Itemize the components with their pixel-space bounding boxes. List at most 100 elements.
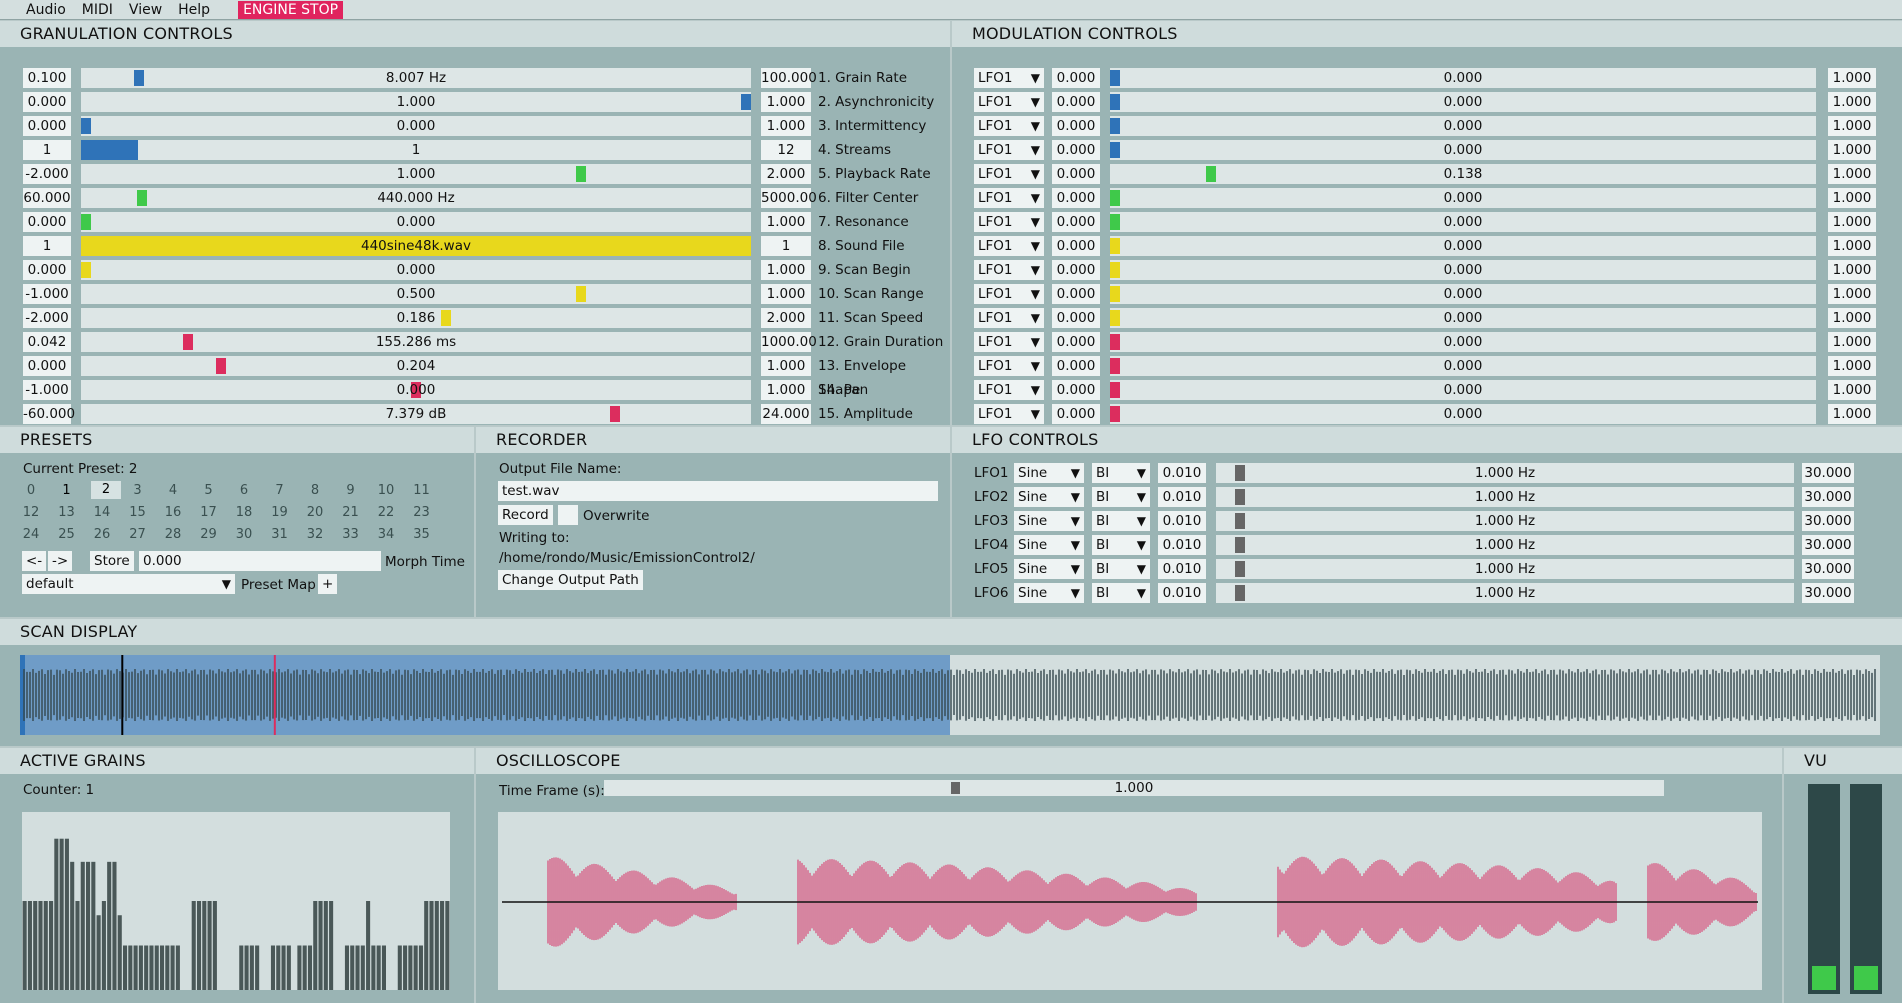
param-max-input[interactable]: 5000.00 xyxy=(761,188,817,208)
preset-slot[interactable]: 24 xyxy=(20,527,42,542)
preset-slot[interactable]: 26 xyxy=(91,527,113,542)
slider-handle[interactable] xyxy=(1110,214,1120,230)
slider-handle[interactable] xyxy=(1110,310,1120,326)
mod-depth-input[interactable]: 0.000 xyxy=(1052,356,1100,376)
slider-handle[interactable] xyxy=(1110,334,1120,350)
mod-max-input[interactable]: 1.000 xyxy=(1828,284,1876,304)
mod-max-input[interactable]: 1.000 xyxy=(1828,92,1876,112)
param-slider[interactable]: 0.000 xyxy=(81,380,751,400)
param-min-input[interactable]: -60.000 xyxy=(23,404,75,424)
param-min-input[interactable]: 0.042 xyxy=(23,332,71,352)
param-min-input[interactable]: -2.000 xyxy=(23,308,71,328)
preset-slot[interactable]: 27 xyxy=(127,527,149,542)
lfo-rate-slider[interactable]: 1.000 Hz xyxy=(1216,535,1794,555)
preset-slot[interactable]: 23 xyxy=(411,505,433,520)
param-max-input[interactable]: 100.000 xyxy=(761,68,817,88)
param-max-input[interactable]: 1.000 xyxy=(761,212,811,232)
lfo-max-input[interactable]: 30.000 xyxy=(1802,487,1854,507)
lfo-min-input[interactable]: 0.010 xyxy=(1158,535,1206,555)
mod-max-input[interactable]: 1.000 xyxy=(1828,260,1876,280)
slider-handle[interactable] xyxy=(137,190,147,206)
overwrite-checkbox[interactable] xyxy=(558,505,578,525)
lfo-shape-select[interactable]: Sine ▼ xyxy=(1014,511,1084,531)
param-max-input[interactable]: 1 xyxy=(761,236,811,256)
menu-audio[interactable]: Audio xyxy=(26,2,66,18)
lfo-max-input[interactable]: 30.000 xyxy=(1802,463,1854,483)
menu-help[interactable]: Help xyxy=(178,2,210,18)
param-min-input[interactable]: -2.000 xyxy=(23,164,71,184)
lfo-source-select[interactable]: LFO1 ▼ xyxy=(974,332,1044,352)
lfo-source-select[interactable]: LFO1 ▼ xyxy=(974,140,1044,160)
mod-depth-input[interactable]: 0.000 xyxy=(1052,332,1100,352)
preset-slot[interactable]: 12 xyxy=(20,505,42,520)
preset-slot[interactable]: 8 xyxy=(304,483,326,498)
lfo-min-input[interactable]: 0.010 xyxy=(1158,511,1206,531)
param-slider[interactable]: 0.500 xyxy=(81,284,751,304)
mod-depth-slider[interactable]: 0.000 xyxy=(1110,68,1816,88)
slider-handle[interactable] xyxy=(1235,561,1245,577)
slider-handle[interactable] xyxy=(1110,358,1120,374)
mod-depth-input[interactable]: 0.000 xyxy=(1052,140,1100,160)
slider-handle[interactable] xyxy=(1235,513,1245,529)
param-max-input[interactable]: 1.000 xyxy=(761,380,811,400)
param-min-input[interactable]: 0.000 xyxy=(23,212,71,232)
mod-depth-slider[interactable]: 0.138 xyxy=(1110,164,1816,184)
preset-slot[interactable]: 34 xyxy=(375,527,397,542)
mod-depth-input[interactable]: 0.000 xyxy=(1052,92,1100,112)
lfo-source-select[interactable]: LFO1 ▼ xyxy=(974,212,1044,232)
param-min-input[interactable]: 1 xyxy=(23,236,71,256)
add-preset-map-button[interactable]: + xyxy=(318,574,338,594)
mod-max-input[interactable]: 1.000 xyxy=(1828,140,1876,160)
preset-slot[interactable]: 16 xyxy=(162,505,184,520)
engine-stop-button[interactable]: ENGINE STOP xyxy=(238,0,344,19)
param-max-input[interactable]: 12 xyxy=(761,140,811,160)
preset-slot[interactable]: 17 xyxy=(198,505,220,520)
mod-max-input[interactable]: 1.000 xyxy=(1828,116,1876,136)
lfo-source-select[interactable]: LFO1 ▼ xyxy=(974,164,1044,184)
mod-depth-slider[interactable]: 0.000 xyxy=(1110,140,1816,160)
preset-slot[interactable]: 35 xyxy=(411,527,433,542)
time-frame-slider[interactable]: 1.000 xyxy=(604,780,1664,796)
mod-max-input[interactable]: 1.000 xyxy=(1828,212,1876,232)
slider-handle[interactable] xyxy=(81,214,91,230)
preset-slot[interactable]: 19 xyxy=(269,505,291,520)
param-max-input[interactable]: 2.000 xyxy=(761,164,811,184)
slider-handle[interactable] xyxy=(610,406,620,422)
lfo-shape-select[interactable]: Sine ▼ xyxy=(1014,463,1084,483)
lfo-source-select[interactable]: LFO1 ▼ xyxy=(974,92,1044,112)
param-slider[interactable]: 155.286 ms xyxy=(81,332,751,352)
mod-depth-input[interactable]: 0.000 xyxy=(1052,212,1100,232)
mod-max-input[interactable]: 1.000 xyxy=(1828,188,1876,208)
param-slider[interactable]: 0.000 xyxy=(81,260,751,280)
param-max-input[interactable]: 1.000 xyxy=(761,92,811,112)
preset-slot[interactable]: 25 xyxy=(56,527,78,542)
preset-slot[interactable]: 6 xyxy=(233,483,255,498)
param-slider[interactable]: 8.007 Hz xyxy=(81,68,751,88)
slider-handle[interactable] xyxy=(1110,190,1120,206)
lfo-max-input[interactable]: 30.000 xyxy=(1802,511,1854,531)
mod-depth-slider[interactable]: 0.000 xyxy=(1110,236,1816,256)
mod-max-input[interactable]: 1.000 xyxy=(1828,236,1876,256)
lfo-source-select[interactable]: LFO1 ▼ xyxy=(974,116,1044,136)
lfo-source-select[interactable]: LFO1 ▼ xyxy=(974,380,1044,400)
slider-handle[interactable] xyxy=(1206,166,1216,182)
mod-depth-input[interactable]: 0.000 xyxy=(1052,308,1100,328)
mod-depth-input[interactable]: 0.000 xyxy=(1052,188,1100,208)
mod-depth-input[interactable]: 0.000 xyxy=(1052,116,1100,136)
mod-depth-input[interactable]: 0.000 xyxy=(1052,380,1100,400)
mod-depth-input[interactable]: 0.000 xyxy=(1052,68,1100,88)
lfo-max-input[interactable]: 30.000 xyxy=(1802,559,1854,579)
slider-handle[interactable] xyxy=(1110,238,1120,254)
preset-slot[interactable]: 11 xyxy=(411,483,433,498)
lfo-source-select[interactable]: LFO1 ▼ xyxy=(974,356,1044,376)
lfo-polarity-select[interactable]: BI ▼ xyxy=(1092,583,1150,603)
param-max-input[interactable]: 2.000 xyxy=(761,308,811,328)
slider-handle[interactable] xyxy=(81,118,91,134)
lfo-rate-slider[interactable]: 1.000 Hz xyxy=(1216,511,1794,531)
store-button[interactable]: Store xyxy=(90,551,134,571)
slider-handle[interactable] xyxy=(134,70,144,86)
mod-depth-slider[interactable]: 0.000 xyxy=(1110,404,1816,424)
mod-depth-slider[interactable]: 0.000 xyxy=(1110,380,1816,400)
mod-depth-input[interactable]: 0.000 xyxy=(1052,404,1100,424)
output-file-input[interactable]: test.wav xyxy=(498,481,938,501)
